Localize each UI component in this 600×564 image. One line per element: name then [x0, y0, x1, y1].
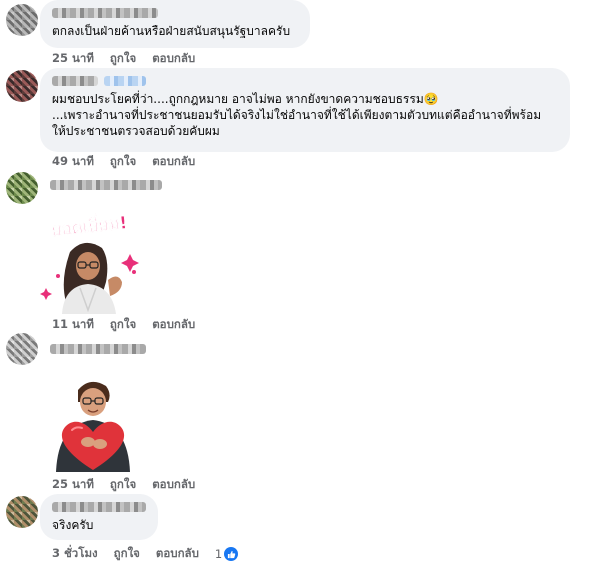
avatar[interactable] [6, 4, 38, 36]
like-button[interactable]: ถูกใจ [110, 316, 136, 334]
commenter-name-redacted[interactable] [52, 76, 98, 86]
sparkle-dot [132, 270, 136, 274]
comment-actions: 11 นาที ถูกใจ ตอบกลับ [52, 316, 195, 334]
comment-actions: 49 นาที ถูกใจ ตอบกลับ [52, 153, 195, 171]
avatar[interactable] [6, 333, 38, 365]
sticker-man-hug-heart[interactable] [44, 372, 148, 476]
commenter-name-redacted[interactable] [50, 180, 162, 190]
like-button[interactable]: ถูกใจ [110, 476, 136, 494]
comment-text: ตกลงเป็นฝ่ายค้านหรือฝ่ายสนับสนุนรัฐบาลคร… [52, 24, 291, 38]
reaction-count: 1 [214, 547, 223, 561]
woman-hand [108, 276, 122, 296]
comment-text: ผมชอบประโยคที่ว่า....ถูกกฎหมาย อาจไม่พอ … [52, 92, 542, 138]
woman-face [76, 252, 100, 280]
avatar[interactable] [6, 496, 38, 528]
commenter-badge-redacted [104, 76, 146, 86]
comment-timestamp[interactable]: 25 นาที [52, 476, 94, 494]
reply-button[interactable]: ตอบกลับ [156, 545, 199, 563]
avatar[interactable] [6, 70, 38, 102]
comment-actions: 3 ชั่วโมง ถูกใจ ตอบกลับ 1 [52, 545, 239, 563]
comment-actions: 25 นาที ถูกใจ ตอบกลับ [52, 50, 195, 68]
reply-button[interactable]: ตอบกลับ [152, 50, 195, 68]
like-button[interactable]: ถูกใจ [110, 50, 136, 68]
thumbs-up-icon [224, 547, 239, 561]
like-button[interactable]: ถูกใจ [110, 153, 136, 171]
sticker-caption: ยอดเยี่ยม! [50, 210, 128, 241]
commenter-name-redacted[interactable] [52, 8, 158, 18]
commenter-name-redacted[interactable] [50, 344, 146, 354]
comment-timestamp[interactable]: 11 นาที [52, 316, 94, 334]
reaction-summary[interactable]: 1 [214, 547, 239, 561]
comment-actions: 25 นาที ถูกใจ ตอบกลับ [52, 476, 195, 494]
reply-button[interactable]: ตอบกลับ [152, 316, 195, 334]
comment-timestamp[interactable]: 3 ชั่วโมง [52, 545, 98, 563]
sparkle-dot [56, 274, 60, 278]
comment-bubble: จริงครับ [40, 494, 158, 540]
comment-timestamp[interactable]: 49 นาที [52, 153, 94, 171]
avatar[interactable] [6, 172, 38, 204]
sparkle-icon [121, 254, 139, 272]
reply-button[interactable]: ตอบกลับ [152, 476, 195, 494]
sticker-woman-praise[interactable]: ยอดเยี่ยม! [40, 210, 144, 314]
like-button[interactable]: ถูกใจ [114, 545, 140, 563]
comment-text: จริงครับ [52, 518, 94, 532]
sparkle-icon [40, 288, 52, 300]
reply-button[interactable]: ตอบกลับ [152, 153, 195, 171]
comment-bubble: ผมชอบประโยคที่ว่า....ถูกกฎหมาย อาจไม่พอ … [40, 68, 570, 152]
comment-timestamp[interactable]: 25 นาที [52, 50, 94, 68]
comment-bubble: ตกลงเป็นฝ่ายค้านหรือฝ่ายสนับสนุนรัฐบาลคร… [40, 0, 310, 48]
commenter-name-redacted[interactable] [52, 502, 146, 512]
